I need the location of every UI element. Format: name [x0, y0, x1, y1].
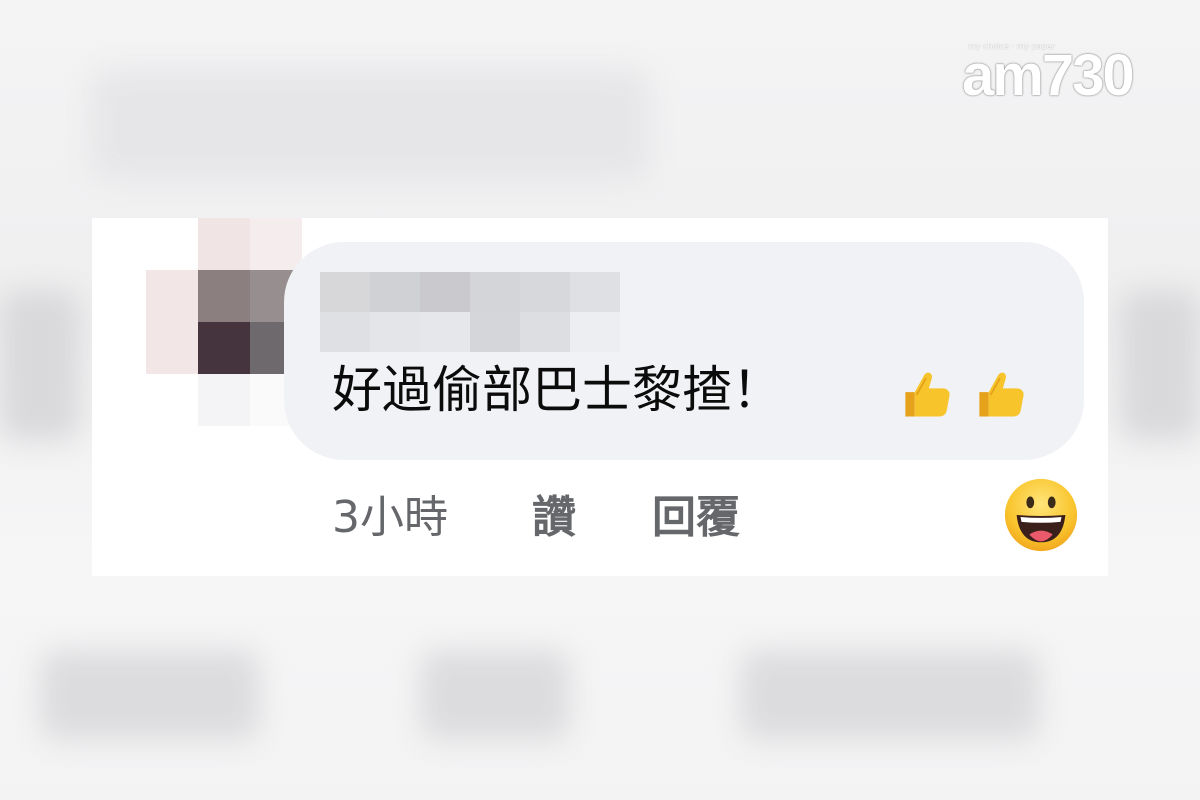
comment-text: 好過偷部巴士黎揸！: [332, 361, 782, 419]
am730-logo: my choice · my paper am730: [962, 38, 1152, 108]
comment-actions: 3小時 讚 回覆: [332, 488, 802, 548]
blurred-left-edge: [0, 290, 80, 440]
comment-bubble: 好過偷部巴士黎揸！: [284, 242, 1084, 460]
blurred-footer-left: [40, 650, 260, 740]
like-button[interactable]: 讚: [532, 488, 652, 548]
thumbs-up-icon: [979, 372, 1024, 417]
reply-button[interactable]: 回覆: [652, 488, 802, 548]
comment-timestamp[interactable]: 3小時: [332, 488, 532, 548]
screenshot-page: my choice · my paper am730 好過偷部巴士黎揸！ 3小時…: [0, 0, 1200, 800]
blurred-right-edge: [1120, 290, 1200, 440]
thumbs-up-icon: [905, 372, 950, 417]
avatar[interactable]: [146, 218, 302, 428]
blurred-footer-right: [740, 650, 1040, 740]
grinning-face-icon[interactable]: [1002, 476, 1080, 554]
blurred-footer-middle: [420, 650, 570, 740]
commenter-name[interactable]: [320, 272, 620, 352]
blurred-header: [90, 70, 650, 180]
logo-mark: am730: [962, 43, 1135, 108]
comment-card: 好過偷部巴士黎揸！ 3小時 讚 回覆: [92, 218, 1108, 576]
